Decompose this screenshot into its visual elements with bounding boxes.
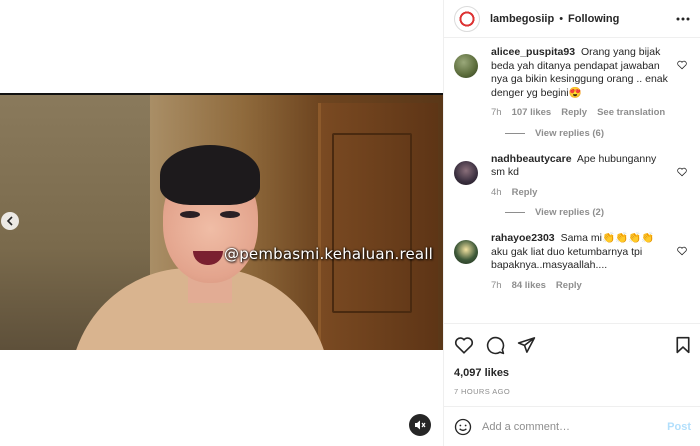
add-comment-bar: Post <box>444 406 700 446</box>
video-watermark: @pembasmi.kehaluan.reall <box>224 245 434 263</box>
post-header: lambegosiip • Following <box>444 0 700 38</box>
comment-item: alicee_puspita93 Orang yang bijak beda y… <box>454 46 691 120</box>
video-person-hair <box>160 145 260 205</box>
mute-icon <box>415 420 426 430</box>
comment-item: nadhbeautycare Ape hubunganny sm kd 4h R… <box>454 153 691 200</box>
add-comment-input[interactable] <box>482 420 642 433</box>
video-player[interactable]: @pembasmi.kehaluan.reall <box>0 93 443 350</box>
view-replies-label: View replies (2) <box>535 207 604 218</box>
comment-like-icon[interactable] <box>677 60 687 70</box>
author-avatar[interactable] <box>454 5 480 32</box>
comment-meta: 4h Reply <box>491 186 671 200</box>
comment-time[interactable]: 7h <box>491 106 502 120</box>
comment-time[interactable]: 7h <box>491 279 502 293</box>
share-icon[interactable] <box>517 336 536 354</box>
commenter-avatar[interactable] <box>454 160 478 185</box>
comment-like-icon[interactable] <box>677 246 687 256</box>
mute-button[interactable] <box>409 414 431 436</box>
view-replies-label: View replies (6) <box>535 127 604 139</box>
comment-body: rahayoe2303 Sama mi👏👏👏👏 aku gak liat duo… <box>491 232 671 292</box>
comment-meta: 7h 107 likes Reply See translation <box>491 106 671 120</box>
comments-list[interactable]: alicee_puspita93 Orang yang bijak beda y… <box>444 46 700 323</box>
commenter-username[interactable]: rahayoe2303 <box>491 232 555 244</box>
view-replies-line <box>505 212 525 213</box>
post-actions: 4,097 likes 7 HOURS AGO <box>444 323 700 396</box>
view-replies-line <box>505 132 525 134</box>
author-avatar-image <box>456 7 478 30</box>
video-door-panel <box>332 133 412 313</box>
heart-icon[interactable] <box>454 336 474 354</box>
post-media: @pembasmi.kehaluan.reall <box>0 0 443 446</box>
commenter-username[interactable]: alicee_puspita93 <box>491 46 575 58</box>
reply-button[interactable]: Reply <box>561 106 587 120</box>
emoji-icon[interactable] <box>454 418 472 436</box>
action-icons-row <box>454 334 691 356</box>
view-replies-button[interactable]: View replies (6) <box>505 128 691 139</box>
view-replies-button[interactable]: View replies (2) <box>505 207 691 218</box>
post-comment-button[interactable]: Post <box>667 421 691 433</box>
post-likes-count[interactable]: 4,097 likes <box>454 367 691 379</box>
comment-icon[interactable] <box>486 336 505 355</box>
video-person-eye <box>180 211 200 218</box>
post-details-panel: lambegosiip • Following alicee_puspita93… <box>443 0 700 446</box>
comment-like-icon[interactable] <box>677 167 687 177</box>
comment-likes[interactable]: 107 likes <box>512 106 552 120</box>
more-icon[interactable] <box>676 17 690 21</box>
previous-media-button[interactable] <box>1 212 19 230</box>
commenter-avatar[interactable] <box>454 54 478 78</box>
post-timestamp[interactable]: 7 HOURS AGO <box>454 387 691 396</box>
comment-item: rahayoe2303 Sama mi👏👏👏👏 aku gak liat duo… <box>454 232 691 292</box>
chevron-left-icon <box>6 216 13 226</box>
comment-time[interactable]: 4h <box>491 186 502 200</box>
reply-button[interactable]: Reply <box>556 279 582 293</box>
author-username[interactable]: lambegosiip <box>490 13 554 25</box>
comment-meta: 7h 84 likes Reply <box>491 279 671 293</box>
reply-button[interactable]: Reply <box>512 186 538 200</box>
video-top-edge <box>0 93 443 95</box>
commenter-avatar[interactable] <box>454 240 478 264</box>
header-separator: • <box>559 12 564 25</box>
comment-body: alicee_puspita93 Orang yang bijak beda y… <box>491 46 671 120</box>
bookmark-icon[interactable] <box>675 336 691 354</box>
following-button[interactable]: Following <box>568 13 619 25</box>
see-translation-button[interactable]: See translation <box>597 106 665 120</box>
video-person-eye <box>220 211 240 218</box>
comment-likes[interactable]: 84 likes <box>512 279 546 293</box>
comment-body: nadhbeautycare Ape hubunganny sm kd 4h R… <box>491 153 671 200</box>
commenter-username[interactable]: nadhbeautycare <box>491 153 572 165</box>
